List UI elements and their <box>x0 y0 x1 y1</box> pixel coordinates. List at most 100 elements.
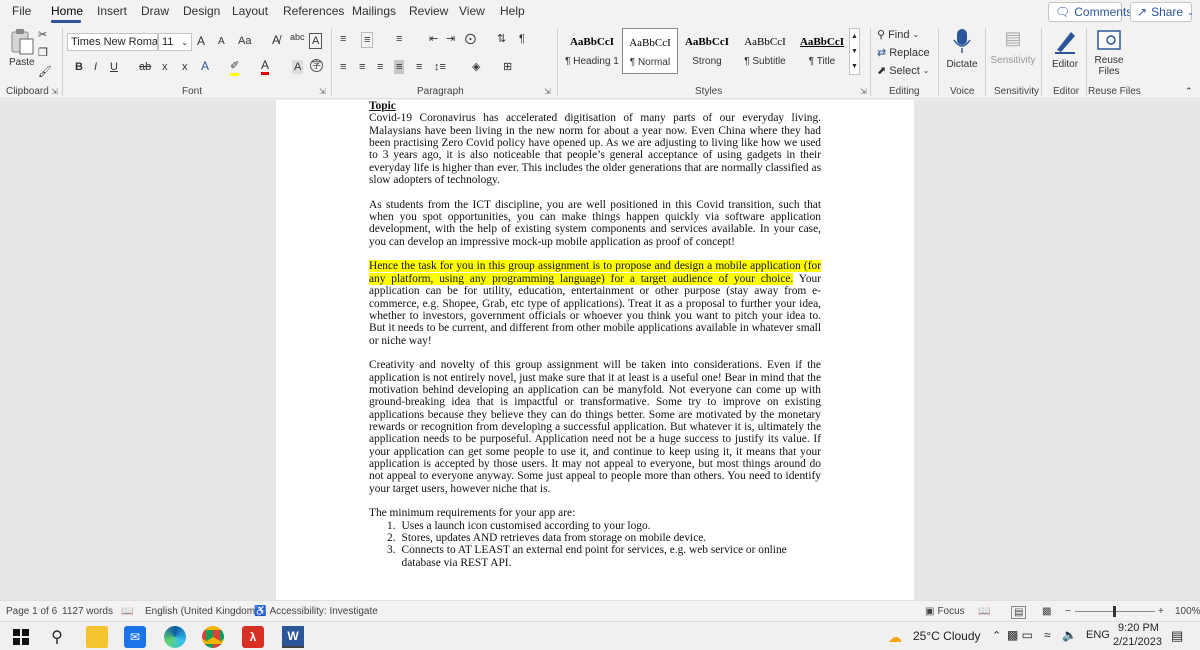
phonetic-guide-icon[interactable]: abc <box>290 30 305 44</box>
style-normal[interactable]: AaBbCcI ¶ Normal <box>622 28 678 74</box>
superscript-button[interactable]: x <box>182 60 188 74</box>
edge-browser-icon[interactable] <box>164 626 186 648</box>
replace-button[interactable]: ⇄ Replace <box>877 46 930 60</box>
share-button[interactable]: ↗ Share ⌄ <box>1130 2 1194 22</box>
document-body[interactable]: Topic Covid-19 Coronavirus has accelerat… <box>369 100 821 569</box>
zoom-level[interactable]: 100% <box>1175 606 1200 617</box>
web-layout-icon[interactable]: ▩ <box>1042 606 1051 617</box>
italic-button[interactable]: I <box>94 60 97 74</box>
align-left-icon[interactable]: ≡ <box>340 60 346 74</box>
tab-view[interactable]: View <box>459 4 485 18</box>
find-button[interactable]: ⚲ Find ⌄ <box>877 28 919 42</box>
tab-draw[interactable]: Draw <box>141 4 169 18</box>
style-strong[interactable]: AaBbCcI Strong <box>679 28 735 74</box>
tab-mailings[interactable]: Mailings <box>352 4 396 18</box>
tab-home[interactable]: Home <box>51 4 83 18</box>
tab-help[interactable]: Help <box>500 4 525 18</box>
tab-references[interactable]: References <box>283 4 344 18</box>
bold-button[interactable]: B <box>75 60 83 74</box>
focus-button[interactable]: ▣ Focus <box>925 606 965 617</box>
tab-file[interactable]: File <box>12 4 31 18</box>
clock-time[interactable]: 9:20 PM <box>1118 622 1159 634</box>
weather-text[interactable]: 25°C Cloudy <box>913 629 981 643</box>
tab-review[interactable]: Review <box>409 4 448 18</box>
bullets-icon[interactable]: ≡ <box>340 32 346 46</box>
character-border-icon[interactable]: A <box>309 33 323 49</box>
text-effects-icon[interactable]: A <box>201 59 209 73</box>
file-explorer-icon[interactable] <box>86 626 108 648</box>
enclose-characters-icon[interactable]: 字 <box>310 59 323 72</box>
highlight-color-icon[interactable]: ✐ <box>230 59 240 76</box>
cut-icon[interactable]: ✂ <box>38 28 47 42</box>
page-count[interactable]: Page 1 of 6 <box>6 606 57 617</box>
word-app-icon[interactable]: W <box>282 626 304 648</box>
increase-indent-icon[interactable]: ⇥ <box>446 32 455 46</box>
shading-icon[interactable]: ◈ <box>472 60 480 74</box>
copy-icon[interactable]: ❐ <box>38 46 48 60</box>
comments-button[interactable]: 🗨 Comments <box>1048 2 1132 22</box>
dialog-launcher-icon[interactable]: ⇲ <box>544 87 551 96</box>
reuse-files-button[interactable]: Reuse Files <box>1090 28 1128 77</box>
dialog-launcher-icon[interactable]: ⇲ <box>51 87 58 96</box>
east-asian-layout-icon[interactable]: ⨀ <box>465 32 476 46</box>
system-tray-icons[interactable]: ▩ ▭ <box>1007 628 1033 642</box>
windows-start-icon[interactable] <box>10 626 32 648</box>
word-count[interactable]: 1127 words <box>62 606 113 617</box>
editor-button[interactable]: Editor <box>1046 28 1084 70</box>
tab-layout[interactable]: Layout <box>232 4 268 18</box>
notification-icon[interactable]: ▤ <box>1171 628 1183 644</box>
zoom-slider-thumb[interactable] <box>1113 606 1116 617</box>
sort-icon[interactable]: ⇅ <box>497 32 506 46</box>
chevron-up-icon[interactable]: ⌃ <box>992 629 1001 642</box>
tab-design[interactable]: Design <box>183 4 220 18</box>
underline-button[interactable]: U <box>110 60 118 74</box>
sensitivity-button[interactable]: ▤ Sensitivity <box>989 28 1037 66</box>
weather-icon[interactable]: ☁ <box>888 629 902 646</box>
document-page[interactable]: Topic Covid-19 Coronavirus has accelerat… <box>276 100 914 600</box>
print-layout-icon[interactable]: ▤ <box>1011 606 1027 619</box>
align-center-icon[interactable]: ≡ <box>359 60 365 74</box>
tab-insert[interactable]: Insert <box>97 4 127 18</box>
accessibility-status[interactable]: ♿ Accessibility: Investigate <box>254 606 378 617</box>
grow-font-button[interactable]: A <box>197 34 205 48</box>
dialog-launcher-icon[interactable]: ⇲ <box>319 87 326 96</box>
read-mode-icon[interactable]: 📖 <box>978 606 990 617</box>
subscript-button[interactable]: x <box>162 60 168 74</box>
distributed-icon[interactable]: ≡ <box>416 60 422 74</box>
proofing-icon[interactable]: 📖 <box>121 606 133 617</box>
clear-formatting-icon[interactable]: A̸ <box>272 33 280 47</box>
language-status[interactable]: English (United Kingdom) <box>145 606 258 617</box>
style-heading-1[interactable]: AaBbCcI ¶ Heading 1 <box>564 28 620 74</box>
input-language[interactable]: ENG <box>1086 629 1110 641</box>
select-button[interactable]: ⬈ Select ⌄ <box>877 64 930 78</box>
show-formatting-button[interactable]: ¶ <box>519 32 525 46</box>
borders-icon[interactable]: ⊞ <box>503 60 512 74</box>
multilevel-list-icon[interactable]: ≡ <box>396 32 402 46</box>
wifi-icon[interactable]: ≈ <box>1044 628 1051 642</box>
chrome-browser-icon[interactable] <box>202 626 224 648</box>
dialog-launcher-icon[interactable]: ⇲ <box>860 87 867 96</box>
font-size-combobox[interactable]: 11 ⌄ <box>158 33 192 51</box>
zoom-out-button[interactable]: − <box>1065 606 1071 617</box>
font-name-combobox[interactable]: Times New Romar⌄ <box>67 33 158 51</box>
decrease-indent-icon[interactable]: ⇤ <box>429 32 438 46</box>
character-shading-icon[interactable]: A <box>292 60 304 74</box>
change-case-button[interactable]: Aa <box>238 34 251 48</box>
paste-icon[interactable] <box>8 28 36 56</box>
justify-icon[interactable]: ≡ <box>394 60 405 74</box>
format-painter-icon[interactable]: 🖌 <box>38 65 52 79</box>
clock-date[interactable]: 2/21/2023 <box>1113 636 1162 648</box>
zoom-in-button[interactable]: + <box>1158 606 1164 617</box>
paste-label[interactable]: Paste <box>9 56 35 70</box>
shrink-font-button[interactable]: A <box>218 35 225 49</box>
align-right-icon[interactable]: ≡ <box>377 60 383 74</box>
numbering-icon[interactable]: ≡ <box>361 32 374 48</box>
mail-icon[interactable]: ✉ <box>124 626 146 648</box>
search-icon[interactable]: ⚲ <box>46 626 68 648</box>
line-spacing-icon[interactable]: ↕≡ <box>434 60 446 74</box>
style-title[interactable]: AaBbCcI ¶ Title <box>794 28 850 74</box>
acrobat-icon[interactable]: λ <box>242 626 264 648</box>
speaker-icon[interactable]: 🔈 <box>1062 628 1077 642</box>
strikethrough-button[interactable]: ab <box>139 60 151 74</box>
collapse-ribbon-icon[interactable]: ⌃ <box>1185 86 1193 97</box>
